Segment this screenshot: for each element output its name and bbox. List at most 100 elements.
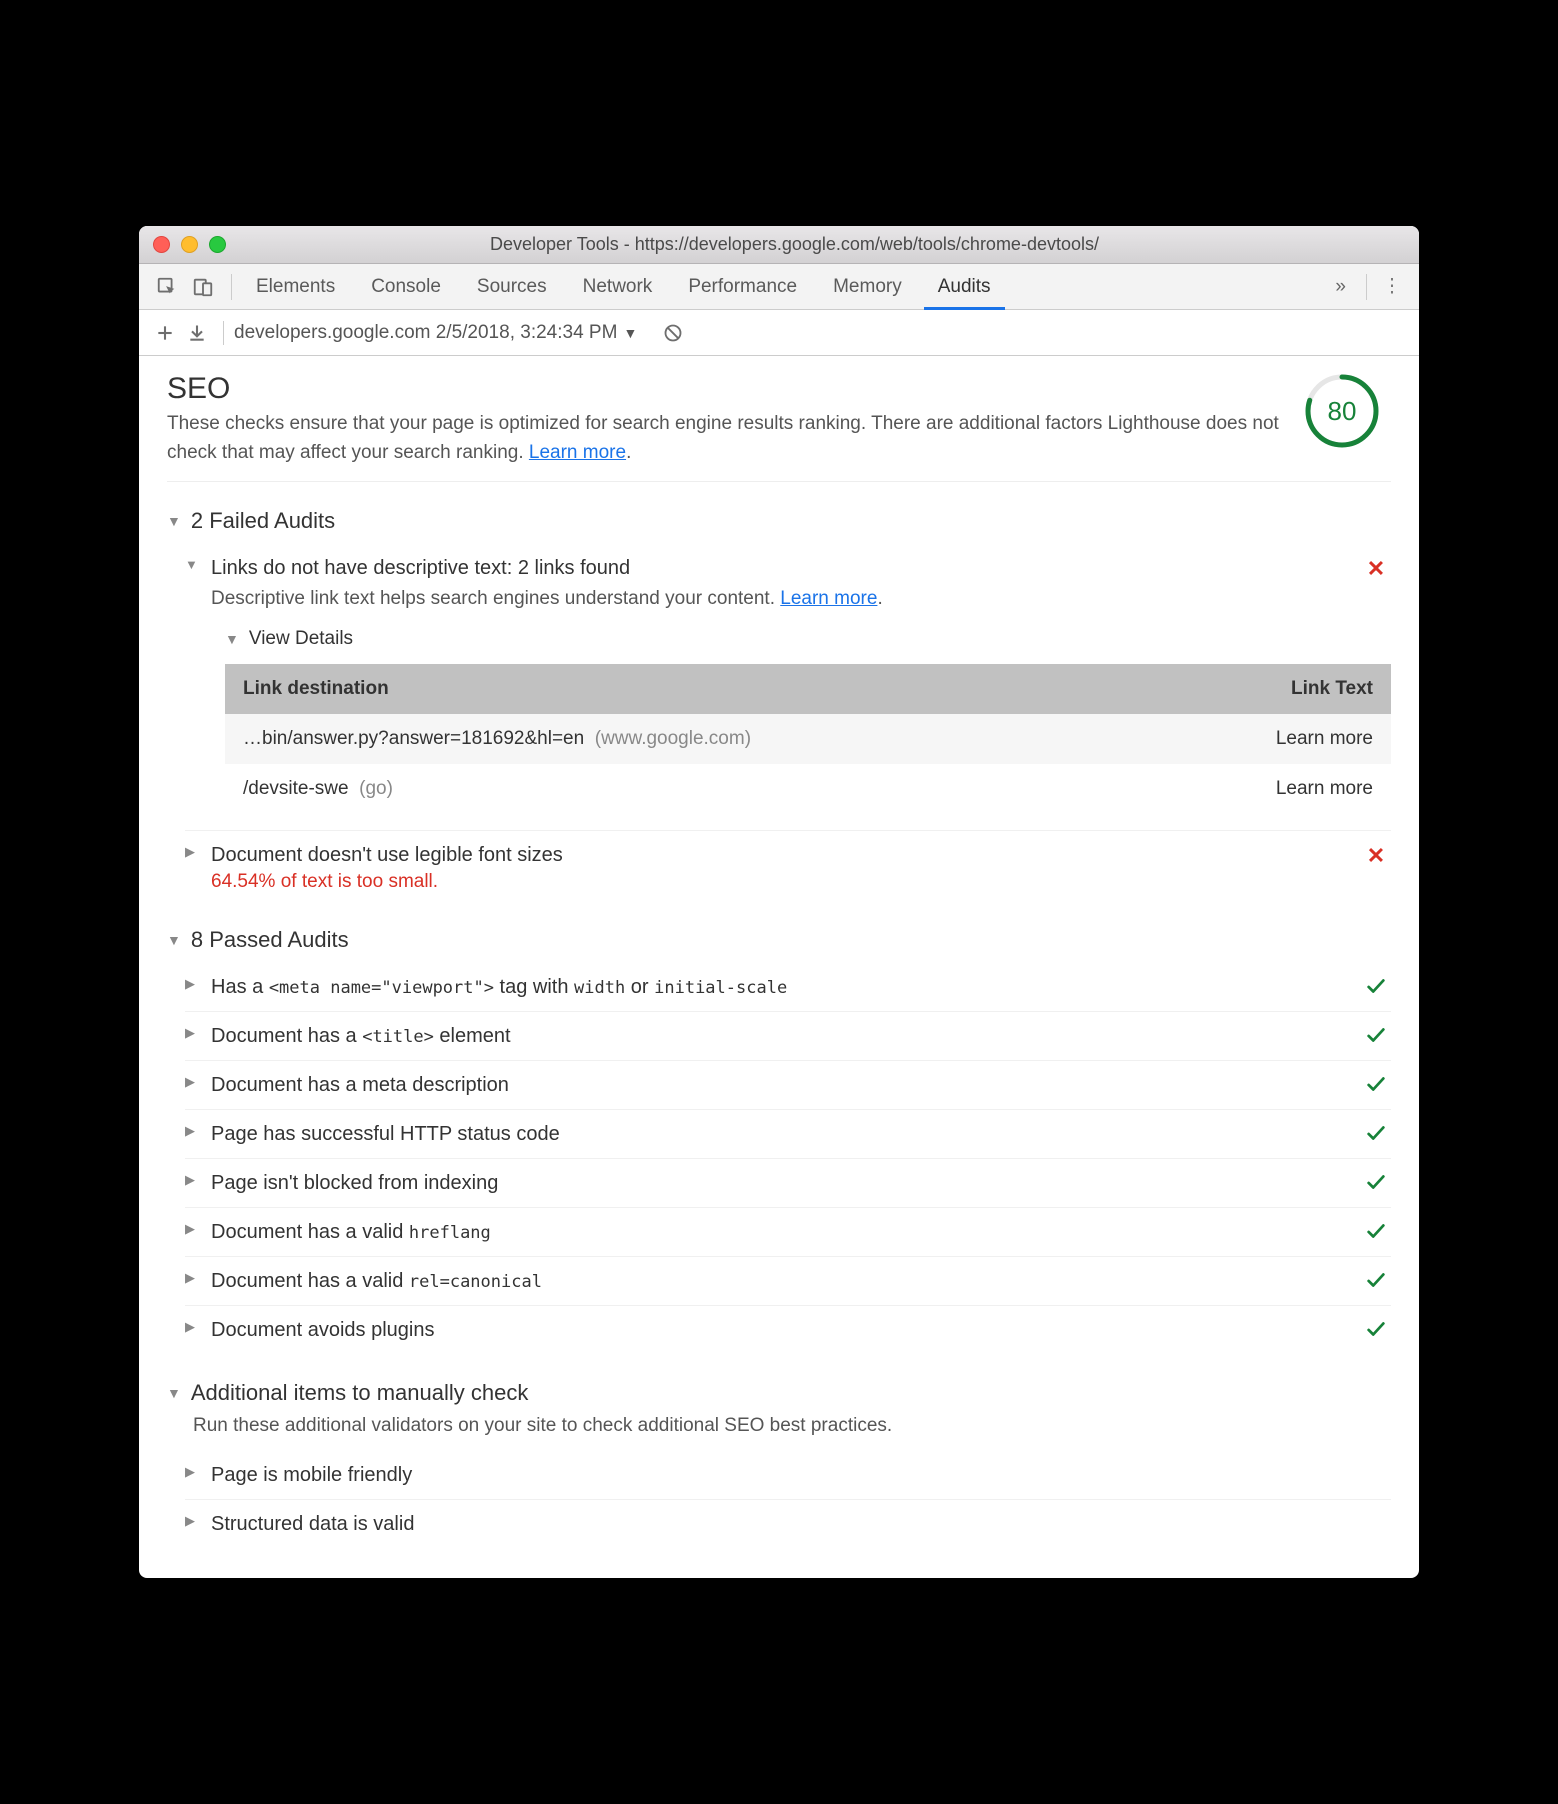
expand-icon[interactable]: ▶ xyxy=(185,1216,199,1237)
audit-item: ▶ Has a <meta name="viewport"> tag with w… xyxy=(185,963,1391,1011)
audit-title: Document doesn't use legible font sizes xyxy=(211,839,1349,871)
manual-audits-section: Additional items to manually check Run t… xyxy=(167,1374,1391,1548)
link-destination: …bin/answer.py?answer=181692&hl=en (www.… xyxy=(225,714,1162,764)
seo-category-header: SEO These checks ensure that your page i… xyxy=(167,372,1391,482)
audit-title: Has a <meta name="viewport"> tag with wi… xyxy=(211,971,1349,1003)
titlebar: Developer Tools - https://developers.goo… xyxy=(139,226,1419,264)
expand-icon[interactable]: ▶ xyxy=(185,1508,199,1529)
audit-warning: 64.54% of text is too small. xyxy=(211,871,1349,893)
expand-icon[interactable]: ▶ xyxy=(185,1314,199,1335)
table-row: …bin/answer.py?answer=181692&hl=en (www.… xyxy=(225,714,1391,764)
audit-title: Document has a meta description xyxy=(211,1069,1349,1101)
link-text: Learn more xyxy=(1162,764,1391,814)
audit-item: ▶ Document doesn't use legible font sizes… xyxy=(185,830,1391,901)
link-text: Learn more xyxy=(1162,714,1391,764)
expand-icon[interactable]: ▼ xyxy=(185,552,199,572)
minimize-window-button[interactable] xyxy=(181,236,198,253)
audit-title: Document has a valid rel=canonical xyxy=(211,1265,1349,1297)
audit-title: Structured data is valid xyxy=(211,1508,1349,1540)
audit-item: ▶Document avoids plugins xyxy=(185,1305,1391,1354)
fail-icon: ✕ xyxy=(1361,839,1391,869)
audit-title: Page isn't blocked from indexing xyxy=(211,1167,1349,1199)
learn-more-link[interactable]: Learn more xyxy=(780,588,877,609)
separator xyxy=(231,274,232,300)
audit-item: ▶ Document has a <title> element xyxy=(185,1011,1391,1060)
tab-sources[interactable]: Sources xyxy=(463,264,561,310)
expand-icon[interactable]: ▶ xyxy=(185,1265,199,1286)
report-selector-label: developers.google.com 2/5/2018, 3:24:34 … xyxy=(234,322,617,344)
settings-menu-button[interactable]: ⋮ xyxy=(1377,275,1409,298)
more-tabs-button[interactable]: » xyxy=(1325,276,1356,298)
tab-network[interactable]: Network xyxy=(569,264,667,310)
manual-audits-header[interactable]: Additional items to manually check xyxy=(167,1374,1391,1416)
audit-title: Page has successful HTTP status code xyxy=(211,1118,1349,1150)
passed-audits-label: 8 Passed Audits xyxy=(191,927,349,953)
passed-audits-header[interactable]: 8 Passed Audits xyxy=(167,921,1391,963)
expand-icon[interactable]: ▶ xyxy=(185,1069,199,1090)
tab-performance[interactable]: Performance xyxy=(674,264,811,310)
device-toolbar-icon[interactable] xyxy=(185,276,221,298)
audit-item: ▶ Page isn't blocked from indexing xyxy=(185,1158,1391,1207)
dropdown-icon: ▼ xyxy=(623,325,637,341)
separator xyxy=(1366,274,1367,300)
fail-icon: ✕ xyxy=(1361,552,1391,582)
pass-icon xyxy=(1361,1118,1391,1144)
expand-icon[interactable]: ▶ xyxy=(185,1167,199,1188)
expand-icon[interactable]: ▶ xyxy=(185,839,199,860)
download-report-icon[interactable] xyxy=(181,323,213,343)
pass-icon xyxy=(1361,971,1391,997)
failed-audits-label: 2 Failed Audits xyxy=(191,508,335,534)
col-header: Link destination xyxy=(225,664,1162,714)
audit-item: ▶ Structured data is valid xyxy=(185,1499,1391,1548)
tab-elements[interactable]: Elements xyxy=(242,264,349,310)
expand-icon xyxy=(167,1385,181,1401)
tab-audits[interactable]: Audits xyxy=(924,264,1005,310)
failed-audits-header[interactable]: 2 Failed Audits xyxy=(167,502,1391,544)
col-header: Link Text xyxy=(1162,664,1391,714)
expand-icon[interactable]: ▶ xyxy=(185,971,199,992)
passed-audits-section: 8 Passed Audits ▶ Has a <meta name="viewp… xyxy=(167,921,1391,1354)
expand-icon xyxy=(167,513,181,529)
window-title: Developer Tools - https://developers.goo… xyxy=(244,234,1405,255)
report-selector[interactable]: developers.google.com 2/5/2018, 3:24:34 … xyxy=(234,322,637,344)
score-value: 80 xyxy=(1303,372,1381,450)
score-gauge: 80 xyxy=(1303,372,1381,450)
expand-icon[interactable]: ▶ xyxy=(185,1020,199,1041)
audit-title: Document has a valid hreflang xyxy=(211,1216,1349,1248)
tab-console[interactable]: Console xyxy=(357,264,455,310)
audit-title: Document has a <title> element xyxy=(211,1020,1349,1052)
maximize-window-button[interactable] xyxy=(209,236,226,253)
audit-report: SEO These checks ensure that your page i… xyxy=(139,356,1419,1578)
category-title: SEO xyxy=(167,372,1283,406)
audit-item: ▶ Document has a meta description xyxy=(185,1060,1391,1109)
pass-icon xyxy=(1361,1069,1391,1095)
new-audit-icon[interactable] xyxy=(149,323,181,343)
tab-memory[interactable]: Memory xyxy=(819,264,916,310)
expand-icon[interactable]: ▶ xyxy=(185,1118,199,1139)
pass-icon xyxy=(1361,1167,1391,1193)
inspect-element-icon[interactable] xyxy=(149,276,185,298)
panel-tabs: ElementsConsoleSourcesNetworkPerformance… xyxy=(242,264,1325,310)
audits-toolbar: developers.google.com 2/5/2018, 3:24:34 … xyxy=(139,310,1419,356)
audit-item: ▶Page is mobile friendly xyxy=(185,1451,1391,1499)
traffic-lights xyxy=(153,236,226,253)
audit-item: ▶ Document has a valid hreflang xyxy=(185,1207,1391,1256)
separator xyxy=(223,321,224,345)
failed-audits-section: 2 Failed Audits ▼Links do not have descr… xyxy=(167,502,1391,901)
expand-icon[interactable]: ▶ xyxy=(185,1459,199,1480)
pass-icon xyxy=(1361,1020,1391,1046)
clear-all-icon[interactable] xyxy=(657,323,689,343)
learn-more-link[interactable]: Learn more xyxy=(529,442,626,463)
close-window-button[interactable] xyxy=(153,236,170,253)
view-details-toggle[interactable]: View Details xyxy=(225,628,1391,650)
pass-icon xyxy=(1361,1265,1391,1291)
details-table: Link destinationLink Text…bin/answer.py?… xyxy=(225,664,1391,814)
manual-audits-label: Additional items to manually check xyxy=(191,1380,529,1406)
manual-audits-description: Run these additional validators on your … xyxy=(193,1412,1391,1441)
table-row: /devsite-swe (go)Learn more xyxy=(225,764,1391,814)
audit-description: Descriptive link text helps search engin… xyxy=(211,584,1349,614)
link-destination: /devsite-swe (go) xyxy=(225,764,1162,814)
expand-icon xyxy=(167,932,181,948)
pass-icon xyxy=(1361,1314,1391,1340)
devtools-tabbar: ElementsConsoleSourcesNetworkPerformance… xyxy=(139,264,1419,310)
